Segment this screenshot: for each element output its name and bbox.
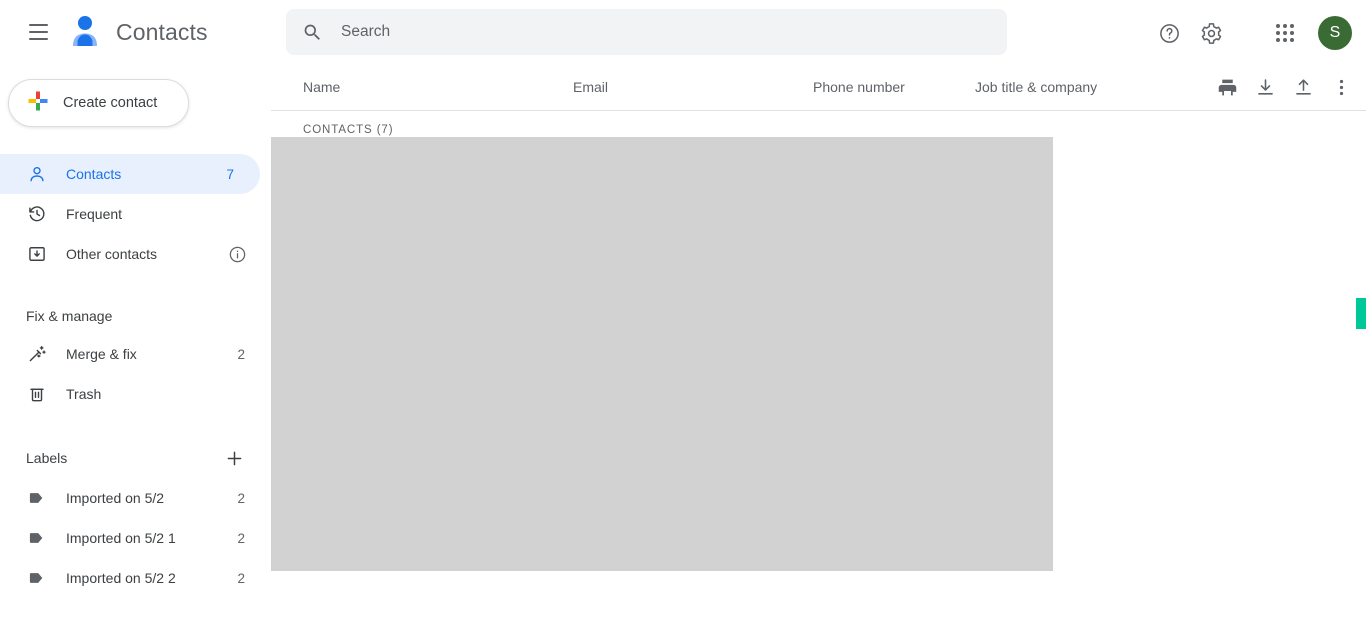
hamburger-menu-icon[interactable]	[22, 16, 54, 48]
google-apps-icon[interactable]	[1264, 12, 1306, 54]
label-tag-icon	[26, 488, 48, 508]
sidebar-item-label: Trash	[66, 386, 102, 402]
trash-icon	[26, 384, 48, 404]
labels-heading: Labels	[26, 450, 68, 466]
sidebar-item-label: Imported on 5/2 1	[66, 530, 176, 546]
sidebar-item-label: Merge & fix	[66, 346, 137, 362]
apps-dot	[1276, 38, 1280, 42]
app-title: Contacts	[116, 19, 208, 45]
sidebar-item-label: Other contacts	[66, 246, 158, 262]
column-header-email[interactable]: Email	[573, 79, 608, 95]
sidebar-item-other-contacts[interactable]: Other contacts	[0, 234, 271, 274]
apps-dot	[1276, 24, 1280, 28]
column-header-name[interactable]: Name	[303, 79, 340, 95]
top-bar: Contacts Search S	[0, 0, 1366, 64]
table-action-bar	[1214, 64, 1354, 111]
vertical-scrollbar-thumb[interactable]	[1356, 298, 1366, 329]
hamburger-line	[28, 24, 48, 26]
plus-icon[interactable]	[224, 448, 245, 469]
sidebar-item-frequent[interactable]: Frequent	[0, 194, 271, 234]
app-brand[interactable]: Contacts	[68, 12, 208, 52]
sidebar-item-count: 2	[237, 346, 245, 362]
apps-dot	[1276, 31, 1280, 35]
help-icon[interactable]	[1148, 12, 1190, 54]
person-icon	[26, 164, 48, 184]
sidebar-label-item[interactable]: Imported on 5/2 1 2	[0, 518, 271, 558]
archive-box-icon	[26, 244, 48, 264]
hamburger-line	[28, 31, 48, 33]
sidebar: Create contact Contacts 7 Frequent Other…	[0, 64, 271, 625]
label-tag-icon	[26, 528, 48, 548]
import-download-icon[interactable]	[1252, 75, 1278, 101]
contacts-table-header: Name Email Phone number Job title & comp…	[271, 64, 1366, 111]
export-upload-icon[interactable]	[1290, 75, 1316, 101]
apps-dot	[1283, 24, 1287, 28]
top-bar-icons: S	[1148, 12, 1352, 54]
sidebar-item-label: Imported on 5/2 2	[66, 570, 176, 586]
apps-dot	[1290, 31, 1294, 35]
hamburger-line	[28, 38, 48, 40]
sidebar-item-trash[interactable]: Trash	[0, 374, 271, 414]
sidebar-label-item[interactable]: Imported on 5/2 2 2	[0, 558, 271, 598]
sidebar-item-count: 2	[237, 570, 245, 586]
fix-manage-heading: Fix & manage	[26, 308, 113, 324]
apps-dot	[1283, 38, 1287, 42]
sidebar-item-label: Frequent	[66, 206, 123, 222]
contacts-group-label: CONTACTS (7)	[303, 124, 394, 136]
search-bar[interactable]	[286, 9, 1007, 55]
sidebar-label-item[interactable]: Imported on 5/2 2	[0, 478, 271, 518]
apps-dot	[1290, 24, 1294, 28]
sidebar-item-count: 2	[237, 490, 245, 506]
sidebar-item-count: 2	[237, 530, 245, 546]
label-tag-icon	[26, 568, 48, 588]
sidebar-nav: Contacts 7 Frequent Other contacts Fix &…	[0, 154, 271, 598]
column-header-phone[interactable]: Phone number	[813, 79, 905, 95]
apps-dot	[1283, 31, 1287, 35]
create-contact-button[interactable]: Create contact	[8, 79, 189, 127]
sidebar-item-label: Imported on 5/2	[66, 490, 165, 506]
print-icon[interactable]	[1214, 75, 1240, 101]
search-input[interactable]	[341, 23, 961, 41]
sidebar-item-contacts[interactable]: Contacts 7	[0, 154, 260, 194]
settings-gear-icon[interactable]	[1190, 12, 1232, 54]
search-icon	[302, 22, 323, 43]
avatar[interactable]: S	[1318, 16, 1352, 50]
sidebar-item-merge-fix[interactable]: Merge & fix 2	[0, 334, 271, 374]
content-overlay-block	[271, 137, 1053, 571]
column-header-job[interactable]: Job title & company	[975, 79, 1097, 95]
history-clock-icon	[26, 204, 48, 224]
more-options-icon[interactable]	[1328, 75, 1354, 101]
magic-wand-icon	[26, 344, 48, 364]
contacts-person-icon	[68, 12, 102, 52]
create-contact-label: Create contact	[63, 95, 158, 111]
labels-header: Labels	[0, 438, 271, 478]
apps-dot	[1290, 38, 1294, 42]
sidebar-item-count: 7	[226, 166, 234, 182]
info-circle-icon[interactable]	[228, 245, 247, 264]
google-plus-icon	[27, 90, 49, 117]
sidebar-item-label: Contacts	[66, 166, 122, 182]
